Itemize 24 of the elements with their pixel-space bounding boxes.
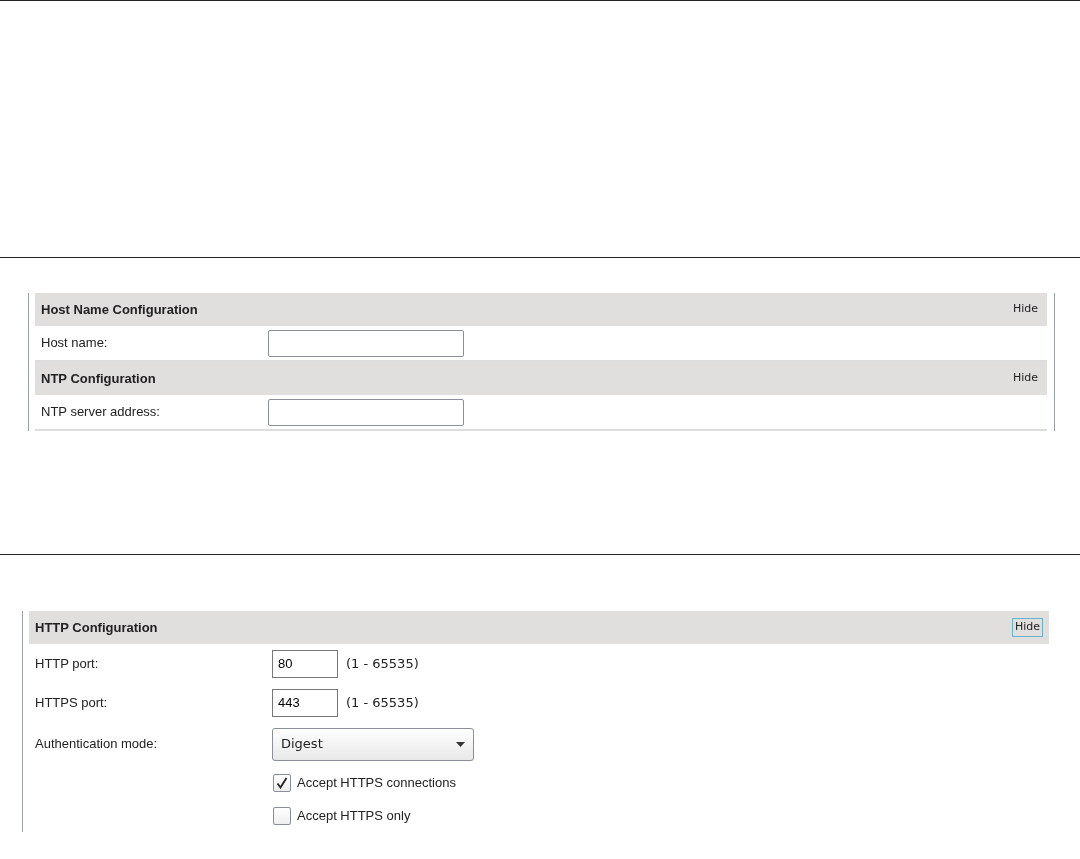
checkbox[interactable] — [273, 806, 291, 825]
field-label: Host name: — [41, 334, 109, 353]
range-hint: (1 - 65535) — [346, 693, 419, 712]
checkbox-label: Accept HTTPS connections — [297, 773, 456, 792]
field-label: NTP server address: — [41, 403, 161, 422]
port-field[interactable]: 443 — [272, 688, 338, 717]
field-label: HTTP port: — [35, 654, 100, 673]
checkbox-label: Accept HTTPS only — [297, 806, 411, 825]
field-label: HTTPS port: — [35, 693, 109, 712]
section-title: NTP Configuration — [41, 369, 156, 388]
text-field[interactable] — [268, 398, 464, 426]
dropdown[interactable]: Digest — [272, 727, 474, 761]
hide-link[interactable]: Hide — [1011, 618, 1043, 637]
section-title: Host Name Configuration — [41, 300, 198, 319]
section-title: HTTP Configuration — [35, 618, 158, 637]
hide-link[interactable]: Hide — [1009, 369, 1041, 388]
range-hint: (1 - 65535) — [346, 654, 419, 673]
checkmark-icon — [276, 776, 288, 789]
port-field[interactable]: 80 — [272, 649, 338, 678]
checkbox[interactable] — [273, 773, 291, 792]
caret-icon — [456, 741, 465, 747]
text-field[interactable] — [268, 329, 464, 357]
hide-link[interactable]: Hide — [1009, 300, 1041, 319]
field-label: Authentication mode: — [35, 735, 159, 754]
